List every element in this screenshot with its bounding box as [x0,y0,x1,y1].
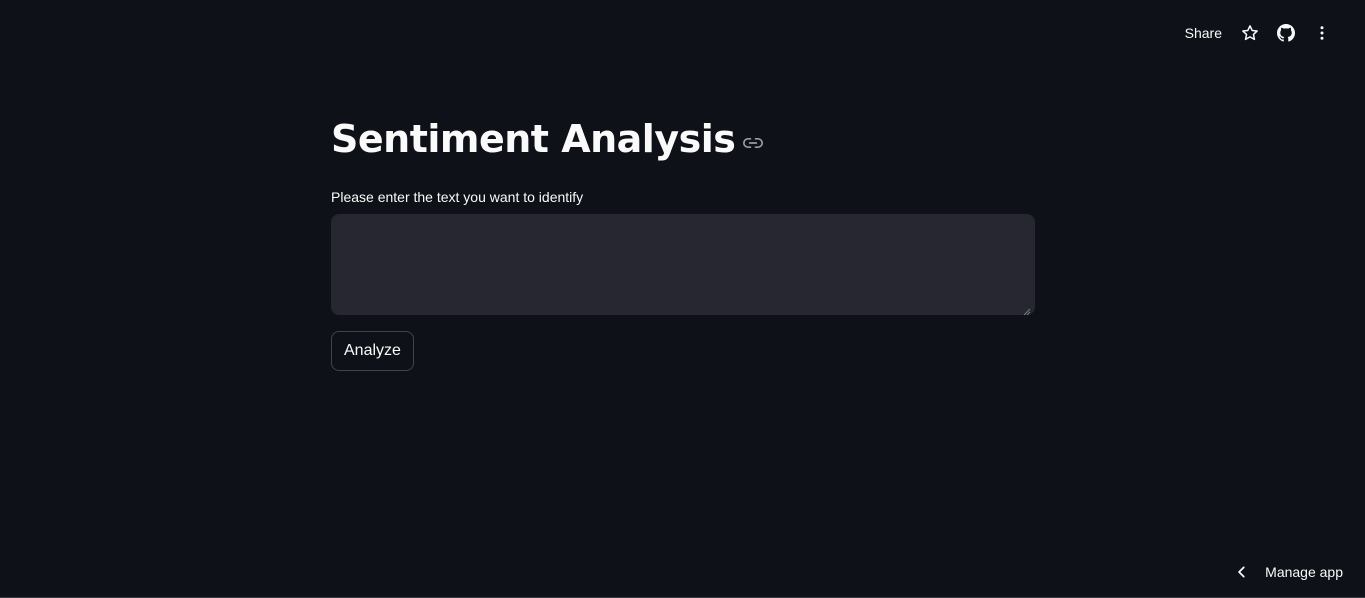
page-title: Sentiment Analysis [331,117,736,161]
main-content: Sentiment Analysis Please enter the text… [331,108,1035,371]
analyze-button[interactable]: Analyze [331,331,414,371]
manage-app-label: Manage app [1265,564,1343,580]
text-input-label: Please enter the text you want to identi… [331,189,584,205]
share-button[interactable]: Share [1175,18,1232,48]
header-toolbar: Share [1175,18,1340,48]
text-input[interactable] [332,215,1034,314]
more-vertical-icon [1313,24,1331,42]
resize-handle-icon[interactable] [1023,303,1031,316]
more-menu-button[interactable] [1304,18,1340,48]
github-button[interactable] [1268,18,1304,48]
github-icon [1277,24,1295,42]
title-row: Sentiment Analysis [331,108,1035,170]
chevron-left-icon [1235,565,1249,579]
link-icon[interactable] [743,133,764,153]
star-icon [1241,24,1259,42]
app-frame: Share Sentiment Analysis Please enter th… [0,0,1365,598]
text-input-container [331,214,1035,316]
star-button[interactable] [1232,18,1268,48]
manage-app-button[interactable]: Manage app [1235,561,1343,583]
